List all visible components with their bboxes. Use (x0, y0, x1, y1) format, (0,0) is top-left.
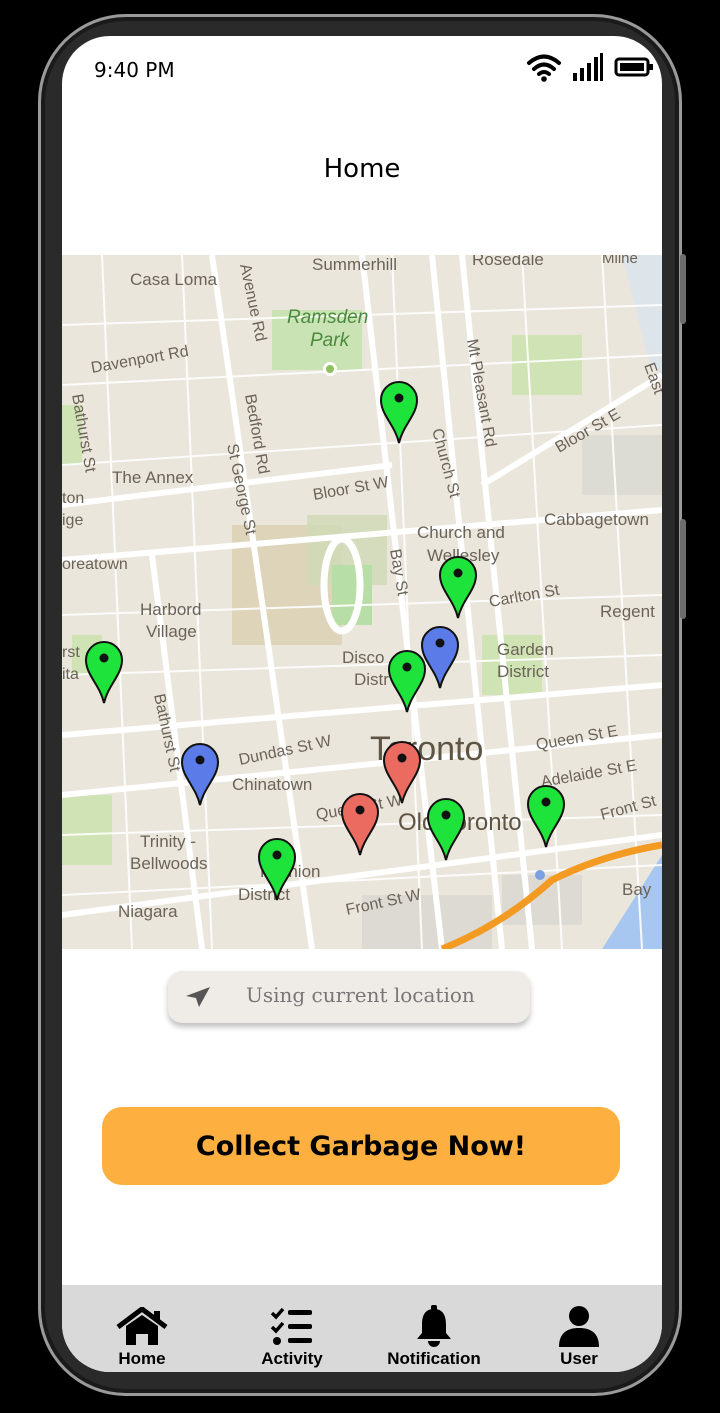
home-icon (82, 1303, 202, 1347)
nav-item-notification[interactable]: Notification (374, 1303, 494, 1369)
map-label: District (497, 662, 549, 681)
navigation-arrow-icon (184, 985, 212, 1013)
status-time: 9:40 PM (94, 58, 175, 82)
map-label: Distr (354, 670, 389, 689)
map-label: The Annex (112, 468, 194, 487)
map-label: rst (62, 644, 80, 661)
user-icon (519, 1303, 639, 1347)
nav-item-user[interactable]: User (519, 1303, 639, 1369)
map-label: Bay (622, 880, 652, 899)
map-label: Regent (600, 602, 655, 621)
map-label: ige (62, 512, 83, 529)
map-label: Trinity - (140, 832, 196, 851)
nav-item-activity[interactable]: Activity (232, 1303, 352, 1369)
nav-label-notification: Notification (387, 1349, 481, 1368)
screen: 9:40 PM Home Summerhill Rosedale Milne C… (62, 36, 662, 1372)
map-label: ton (62, 490, 84, 507)
map-label: Garden (497, 640, 554, 659)
location-text: Using current location (246, 983, 475, 1007)
map-label: Niagara (118, 902, 178, 921)
map-label: Harbord (140, 600, 201, 619)
map-label: Bellwoods (130, 854, 208, 873)
map-label: oreatown (62, 556, 128, 573)
map-label: Village (146, 622, 197, 641)
map-view[interactable]: Summerhill Rosedale Milne Casa Loma Rams… (62, 255, 662, 949)
map-label: Disco (342, 648, 385, 667)
collect-garbage-button[interactable]: Collect Garbage Now! (102, 1107, 620, 1185)
status-bar: 9:40 PM (62, 36, 662, 106)
signal-icon (572, 53, 604, 85)
bell-icon (374, 1303, 494, 1347)
side-button (680, 254, 686, 324)
map-label: Park (310, 330, 351, 351)
side-button (680, 519, 686, 619)
map-label: Chinatown (232, 775, 312, 794)
checklist-icon (232, 1303, 352, 1347)
map-label: Summerhill (312, 255, 397, 274)
map-label: ita (62, 666, 79, 683)
nav-label-activity: Activity (261, 1349, 323, 1368)
nav-label-user: User (560, 1349, 598, 1368)
map-label: Rosedale (472, 255, 544, 269)
nav-item-home[interactable]: Home (82, 1303, 202, 1369)
battery-icon (614, 56, 654, 82)
page-title: Home (323, 154, 401, 184)
map-label: Cabbagetown (544, 510, 649, 529)
wifi-icon (526, 52, 562, 86)
map-label: Church and (417, 523, 505, 542)
map-label: Milne (602, 255, 638, 267)
nav-label-home: Home (118, 1349, 166, 1368)
location-indicator[interactable]: Using current location (168, 971, 530, 1023)
bottom-nav: Home Activity Notification User (62, 1285, 662, 1372)
map-label: Casa Loma (130, 270, 217, 289)
map-label: Ramsden (287, 307, 368, 328)
